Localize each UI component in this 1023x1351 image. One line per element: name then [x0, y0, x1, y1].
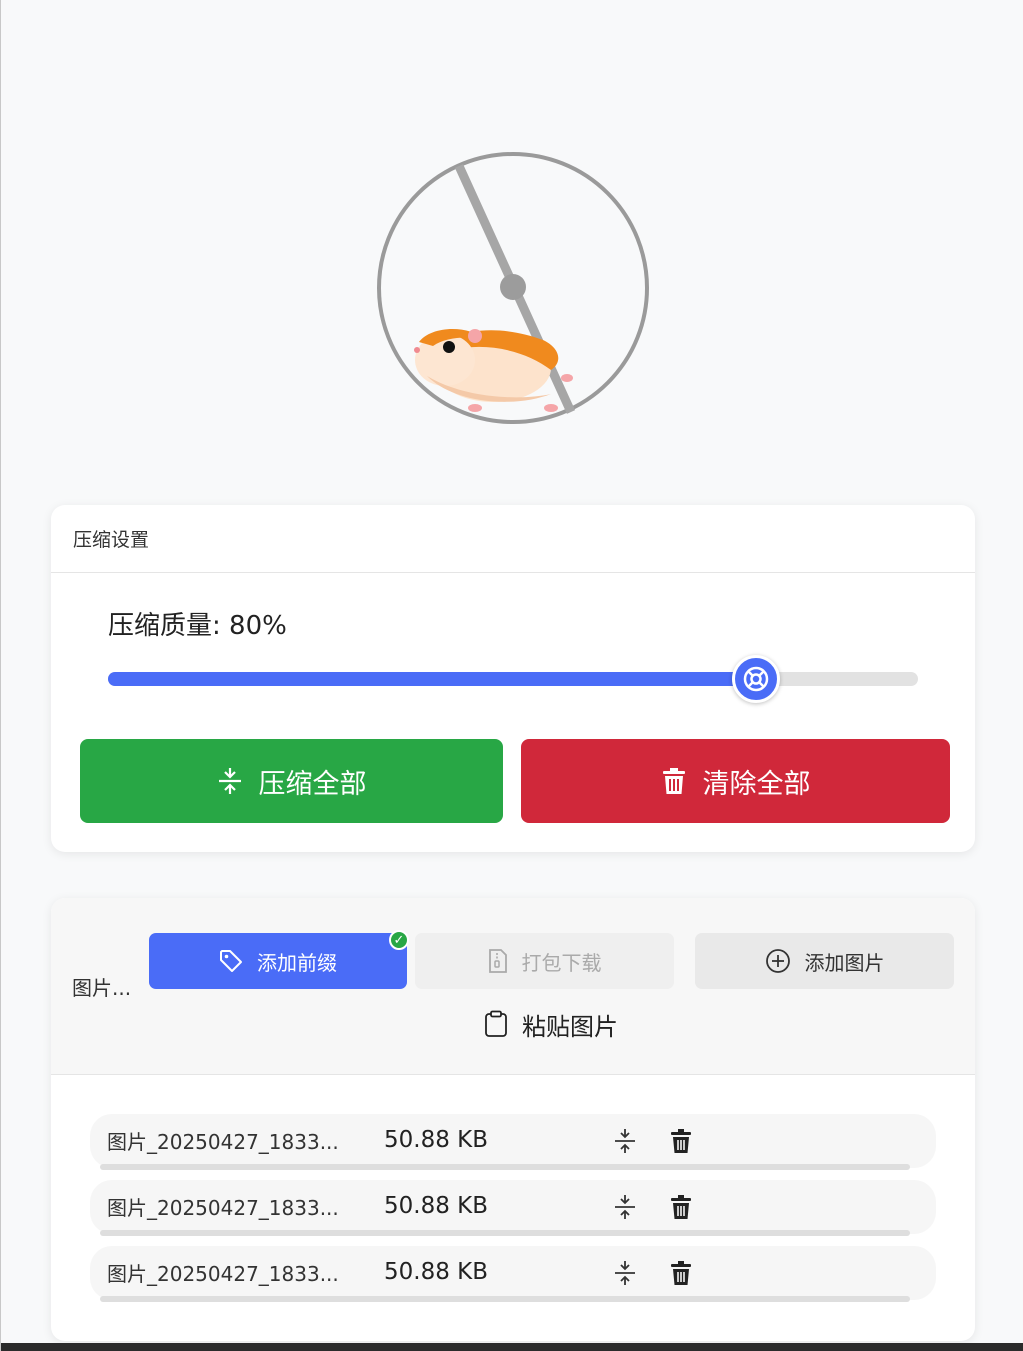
file-progress-bar [100, 1230, 910, 1236]
file-row: 图片_20250427_1833... 50.88 KB [90, 1246, 936, 1302]
compress-all-button[interactable]: 压缩全部 [80, 739, 503, 823]
add-prefix-button[interactable]: 添加前缀 ✓ [149, 930, 409, 989]
clipboard-icon [485, 1010, 507, 1037]
compress-file-button[interactable] [611, 1127, 639, 1155]
settings-title: 压缩设置 [73, 529, 150, 551]
paste-image-label: 粘贴图片 [522, 1012, 618, 1041]
zip-download-label: 打包下载 [521, 950, 602, 975]
compress-icon [615, 1129, 635, 1153]
file-row: 图片_20250427_1833... 50.88 KB [90, 1114, 936, 1170]
trash-icon [662, 768, 685, 794]
prefix-enabled-check-icon: ✓ [389, 930, 409, 950]
files-title: 图片... [72, 976, 132, 1000]
file-name: 图片_20250427_1833... [107, 1262, 339, 1286]
zip-download-button[interactable]: 打包下载 [415, 933, 674, 989]
hamster-wheel-loader [375, 150, 651, 426]
image-files-card: 图片... 添加前缀 ✓ 打包下载 添加图片 粘贴图片 图片_20250427_… [51, 898, 975, 1341]
compress-file-button[interactable] [611, 1259, 639, 1287]
clear-all-label: 清除全部 [702, 768, 811, 800]
compression-settings-card: 压缩设置 压缩质量: 80% 压缩全部 清除全部 [51, 505, 975, 852]
compress-file-button[interactable] [611, 1193, 639, 1221]
quality-slider[interactable] [108, 655, 918, 703]
compress-icon [615, 1195, 635, 1219]
file-size: 50.88 KB [384, 1259, 489, 1285]
settings-card-header: 压缩设置 [51, 505, 975, 573]
file-name: 图片_20250427_1833... [107, 1130, 339, 1154]
delete-file-button[interactable] [667, 1259, 695, 1287]
add-image-button[interactable]: 添加图片 [695, 933, 954, 989]
paste-image-button[interactable]: 粘贴图片 [471, 996, 631, 1052]
plus-circle-icon [765, 949, 790, 973]
file-name: 图片_20250427_1833... [107, 1196, 339, 1220]
file-list: 图片_20250427_1833... 50.88 KB 图片_20250427… [90, 1114, 936, 1312]
delete-file-button[interactable] [667, 1127, 695, 1155]
add-prefix-label: 添加前缀 [257, 950, 337, 975]
tag-icon [220, 950, 242, 972]
compress-icon [615, 1261, 635, 1285]
files-card-header: 图片... 添加前缀 ✓ 打包下载 添加图片 粘贴图片 [51, 898, 975, 1075]
lifebuoy-icon [743, 666, 769, 692]
window-bottom-edge [1, 1343, 1023, 1351]
file-size: 50.88 KB [384, 1127, 489, 1153]
clear-all-button[interactable]: 清除全部 [521, 739, 950, 823]
add-image-label: 添加图片 [804, 950, 885, 975]
zip-file-icon [488, 949, 507, 973]
trash-icon [671, 1129, 691, 1153]
compress-all-label: 压缩全部 [258, 768, 367, 800]
trash-icon [671, 1261, 691, 1285]
file-progress-bar [100, 1296, 910, 1302]
quality-label: 压缩质量: 80% [108, 611, 287, 641]
trash-icon [671, 1195, 691, 1219]
file-size: 50.88 KB [384, 1193, 489, 1219]
quality-slider-fill [108, 672, 756, 686]
file-progress-bar [100, 1164, 910, 1170]
compress-icon [218, 768, 241, 794]
file-row: 图片_20250427_1833... 50.88 KB [90, 1180, 936, 1236]
delete-file-button[interactable] [667, 1193, 695, 1221]
quality-slider-thumb[interactable] [732, 655, 780, 703]
